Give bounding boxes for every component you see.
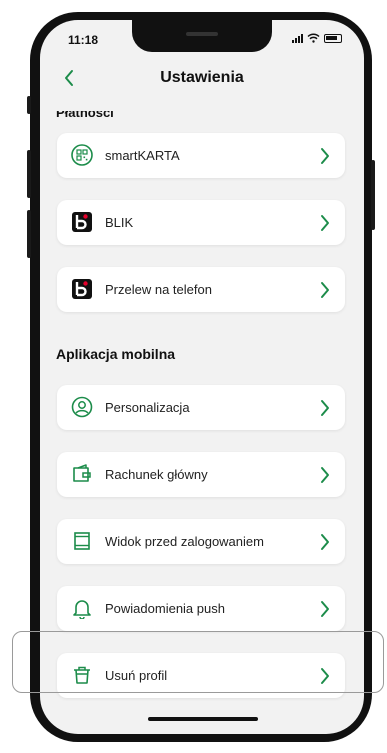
screen: 11:18 Ustawienia Płatności smartKARTA BL… [40,20,364,734]
bell-icon [73,600,91,619]
menu-item-label: smartKARTA [105,148,180,163]
menu-item-label: Przelew na telefon [105,282,212,297]
wallet-icon [73,464,91,482]
blik-logo-icon [72,279,92,299]
menu-item-blik[interactable]: BLIK [57,200,345,245]
notch [132,20,272,52]
menu-item-label: Powiadomienia push [105,601,225,616]
status-time: 11:18 [68,33,99,47]
menu-item-smartkarta[interactable]: smartKARTA [57,133,345,178]
chevron-right-icon [321,282,329,298]
menu-item-label: Widok przed zalogowaniem [105,534,264,549]
screen-icon [74,532,90,550]
highlight-frame [12,631,384,693]
qr-code-icon [71,144,93,166]
side-button-power [371,160,375,230]
wifi-icon [307,33,320,43]
user-circle-icon [71,396,93,418]
menu-item-personalization[interactable]: Personalizacja [57,385,345,430]
header: Ustawienia [40,64,364,94]
chevron-right-icon [321,215,329,231]
blik-logo-icon [72,212,92,232]
menu-item-label: Rachunek główny [105,467,208,482]
speaker [186,32,218,36]
chevron-right-icon [321,467,329,483]
page-title: Ustawienia [160,69,244,86]
side-button-mute [27,96,31,114]
section-title-payments: Płatności [56,111,114,119]
chevron-right-icon [321,148,329,164]
menu-item-prelogin-view[interactable]: Widok przed zalogowaniem [57,519,345,564]
chevron-right-icon [321,601,329,617]
menu-item-label: Personalizacja [105,400,190,415]
section-title-mobile-app: Aplikacja mobilna [56,346,176,362]
side-button-volume-up [27,150,31,198]
menu-item-main-account[interactable]: Rachunek główny [57,452,345,497]
menu-item-push-notifications[interactable]: Powiadomienia push [57,586,345,631]
signal-icon [292,33,303,43]
side-button-volume-down [27,210,31,258]
status-icons [292,33,342,43]
chevron-right-icon [321,534,329,550]
menu-item-label: BLIK [105,215,134,230]
home-indicator [148,717,258,721]
menu-item-phone-transfer[interactable]: Przelew na telefon [57,267,345,312]
chevron-right-icon [321,400,329,416]
battery-icon [324,33,342,43]
